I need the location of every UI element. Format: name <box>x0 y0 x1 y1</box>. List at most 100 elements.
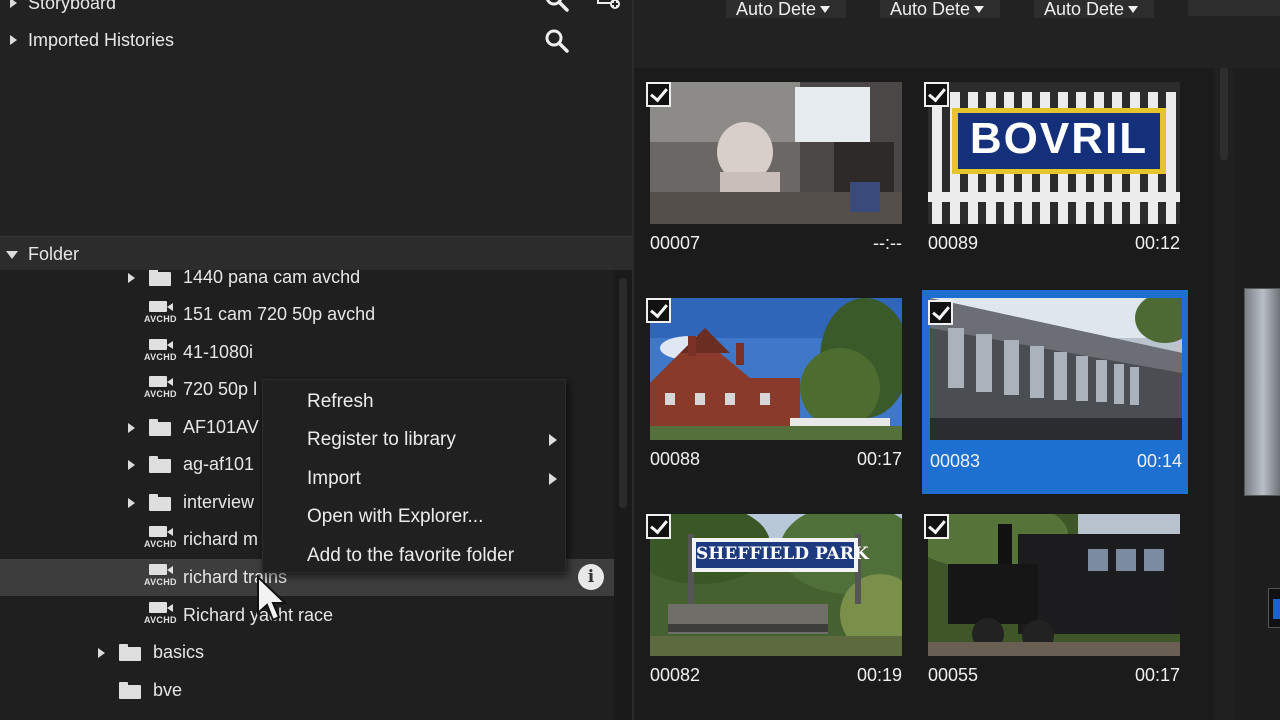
sign-text: BOVRIL <box>969 114 1149 163</box>
detect-dropdown-2[interactable]: Auto Dete <box>880 0 1000 18</box>
tree-item-label: Imported Histories <box>28 29 175 50</box>
clip-name: 00083 <box>930 451 981 471</box>
clip-name: 00055 <box>928 665 979 685</box>
expand-arrow-icon[interactable] <box>10 35 17 45</box>
tree-item-storyboard[interactable]: Storyboard <box>10 0 116 21</box>
clip-preview-image <box>650 298 902 440</box>
menu-item-label: Refresh <box>307 390 374 412</box>
detect-dropdown-3[interactable]: Auto Dete <box>1034 0 1154 18</box>
clip-thumbnail-selected[interactable]: 00083 00:14 <box>922 290 1188 494</box>
folder-icon <box>119 682 141 699</box>
menu-item-open-with-explorer[interactable]: Open with Explorer... <box>263 497 567 536</box>
expand-arrow-icon[interactable] <box>98 648 105 658</box>
clip-checkbox[interactable] <box>646 298 671 323</box>
clip-checkbox[interactable] <box>646 514 671 539</box>
clip-checkbox[interactable] <box>928 300 953 325</box>
clip-checkbox[interactable] <box>646 82 671 107</box>
clip-duration: 00:17 <box>856 449 902 469</box>
folder-item-label: bve <box>153 680 183 700</box>
folder-item-label: basics <box>153 642 205 662</box>
expand-arrow-icon[interactable] <box>128 273 135 283</box>
menu-item-label: Add to the favorite folder <box>307 544 515 566</box>
folder-item-label: AF101AV <box>183 417 259 437</box>
clip-thumbnail[interactable]: BOVRIL 00089 00:12 <box>914 70 1180 274</box>
side-preview-image <box>1244 288 1280 496</box>
search-icon[interactable] <box>544 28 570 54</box>
clip-preview-image <box>650 82 902 224</box>
folder-item[interactable]: basics <box>0 634 614 671</box>
clip-name: 00082 <box>650 665 701 685</box>
clip-thumbnail[interactable]: 00055 00:17 <box>914 502 1180 706</box>
clip-duration: 00:12 <box>1134 233 1180 253</box>
folder-item-label: 720 50p l <box>183 379 258 399</box>
expand-arrow-icon[interactable] <box>128 423 135 433</box>
clip-duration: 00:19 <box>856 665 902 685</box>
expand-arrow-icon[interactable] <box>10 0 17 8</box>
clip-browser: Auto Dete Auto Dete Auto Dete 00007 --:-… <box>632 0 1280 720</box>
folder-item-label: 1440 pana cam avchd <box>183 270 361 287</box>
clip-duration: 00:14 <box>1136 451 1182 471</box>
toolbar-field[interactable] <box>1188 0 1280 16</box>
preview-strip <box>1234 68 1280 720</box>
clip-name: 00007 <box>650 233 701 253</box>
context-menu: Refresh Register to library Import Open … <box>262 379 566 573</box>
collapse-arrow-icon[interactable] <box>6 250 18 259</box>
folder-item[interactable]: 1440 pana cam avchd <box>0 270 614 296</box>
dropdown-value: Auto Dete <box>736 0 817 18</box>
folder-icon <box>119 644 141 661</box>
folder-item[interactable]: bve <box>0 672 614 709</box>
avchd-camera-icon: AVCHD <box>144 300 178 328</box>
submenu-arrow-icon <box>549 434 557 446</box>
clip-duration: --:-- <box>873 233 902 253</box>
clip-duration: 00:17 <box>1134 665 1180 685</box>
sign-text: SHEFFIELD PARK <box>696 544 869 564</box>
menu-item-label: Open with Explorer... <box>307 505 484 527</box>
clip-thumbnail[interactable]: SHEFFIELD PARK 00082 00:19 <box>636 502 902 706</box>
chevron-down-icon <box>974 5 985 13</box>
detect-dropdown-1[interactable]: Auto Dete <box>726 0 846 18</box>
tree-item-imported-histories[interactable]: Imported Histories <box>10 22 174 58</box>
chevron-down-icon <box>820 5 831 13</box>
avchd-camera-icon: AVCHD <box>144 601 178 629</box>
info-icon[interactable]: i <box>578 564 604 590</box>
menu-item-import[interactable]: Import <box>263 459 567 498</box>
clip-checkbox[interactable] <box>924 514 949 539</box>
menu-item-register-to-library[interactable]: Register to library <box>263 420 567 459</box>
side-control-button[interactable] <box>1268 588 1280 628</box>
expand-arrow-icon[interactable] <box>128 498 135 508</box>
folder-icon <box>149 419 171 436</box>
clip-grid-scrollbar[interactable] <box>1214 68 1234 720</box>
left-panel: Storyboard Imported Histories Folder 144… <box>0 0 632 720</box>
add-history-icon[interactable] <box>596 0 622 16</box>
menu-item-refresh[interactable]: Refresh <box>263 382 567 421</box>
clip-checkbox[interactable] <box>924 82 949 107</box>
expand-arrow-icon[interactable] <box>128 460 135 470</box>
clip-folder-item[interactable]: AVCHD 41-1080i <box>0 334 614 371</box>
tree-item-label: Storyboard <box>28 0 117 13</box>
menu-item-label: Import <box>307 467 361 489</box>
clip-preview-image: SHEFFIELD PARK <box>650 514 902 656</box>
folder-scrollbar[interactable] <box>614 270 632 720</box>
clip-thumbnail[interactable]: 00088 00:17 <box>636 286 902 490</box>
clip-preview-image <box>928 514 1180 656</box>
folder-icon <box>149 494 171 511</box>
folder-icon <box>149 270 171 286</box>
submenu-arrow-icon <box>549 473 557 485</box>
dropdown-value: Auto Dete <box>1044 0 1125 18</box>
clip-name: 00088 <box>650 449 701 469</box>
folder-item-label: richard m <box>183 529 259 549</box>
scrollbar-thumb[interactable] <box>619 278 627 508</box>
clip-folder-item[interactable]: AVCHD Richard yacht race <box>0 597 614 634</box>
clip-thumbnail[interactable]: 00007 --:-- <box>636 70 902 274</box>
clip-preview-image: BOVRIL <box>928 82 1180 224</box>
menu-item-add-favorite-folder[interactable]: Add to the favorite folder <box>263 536 567 575</box>
chevron-down-icon <box>1128 5 1139 13</box>
folder-item-label: interview <box>183 492 255 512</box>
search-icon[interactable] <box>544 0 570 13</box>
avchd-camera-icon: AVCHD <box>144 525 178 553</box>
folder-header[interactable]: Folder <box>0 236 632 272</box>
scrollbar-thumb[interactable] <box>1220 68 1228 160</box>
clip-folder-item[interactable]: AVCHD 151 cam 720 50p avchd <box>0 296 614 333</box>
folder-item-label: 41-1080i <box>183 342 254 362</box>
folder-icon <box>149 456 171 473</box>
